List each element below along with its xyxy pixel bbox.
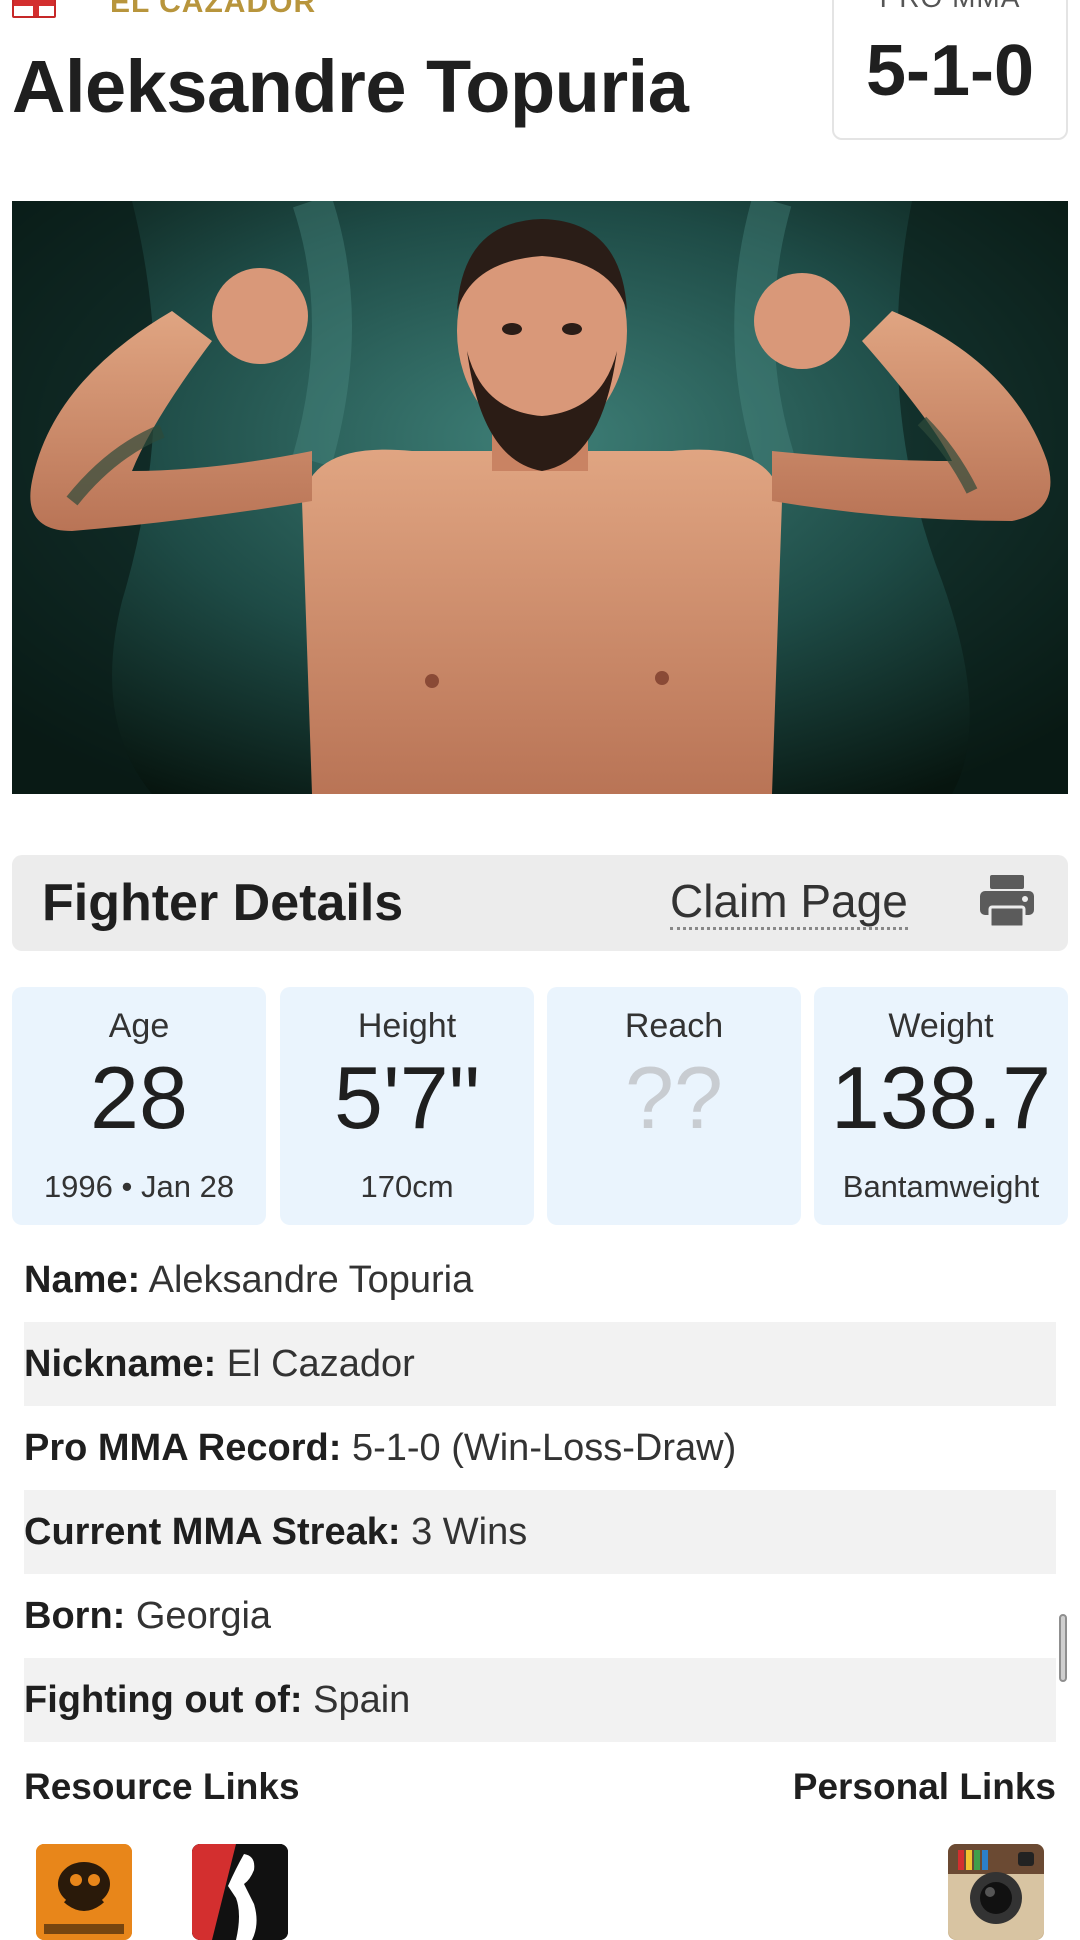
- stat-value: 28: [90, 1048, 188, 1147]
- georgia-flag-icon: [12, 0, 56, 18]
- fighter-photo: [12, 201, 1068, 794]
- info-value: 5-1-0 (Win-Loss-Draw): [351, 1427, 737, 1469]
- record-label: PRO MMA: [834, 0, 1066, 14]
- info-row-name: Name: Aleksandre Topuria: [24, 1238, 1056, 1322]
- info-key: Nickname:: [24, 1343, 217, 1385]
- sherdog-icon[interactable]: [36, 1844, 132, 1940]
- info-value: Georgia: [135, 1595, 272, 1637]
- stat-card-age: Age 28 1996 • Jan 28: [12, 987, 266, 1225]
- info-row-born: Born: Georgia: [24, 1574, 1056, 1658]
- page-title: Aleksandre Topuria: [12, 45, 689, 128]
- info-key: Current MMA Streak:: [24, 1511, 401, 1553]
- info-value: El Cazador: [226, 1343, 415, 1385]
- section-title: Fighter Details: [42, 874, 404, 932]
- printer-icon[interactable]: [978, 873, 1036, 929]
- pro-mma-record-box: PRO MMA 5-1-0: [832, 0, 1068, 140]
- ufc-fighter-icon[interactable]: [192, 1844, 288, 1940]
- info-value: Spain: [313, 1679, 411, 1721]
- stat-card-weight: Weight 138.7 Bantamweight: [814, 987, 1068, 1225]
- fighter-details-bar: Fighter Details Claim Page: [12, 855, 1068, 951]
- stat-label: Weight: [888, 1007, 994, 1045]
- stat-value: 138.7: [830, 1048, 1052, 1147]
- stat-sub: 1996 • Jan 28: [43, 1169, 235, 1204]
- info-row-fighting-out-of: Fighting out of: Spain: [24, 1658, 1056, 1742]
- personal-links-title: Personal Links: [792, 1766, 1056, 1807]
- stat-label: Age: [108, 1007, 170, 1045]
- resource-links-title: Resource Links: [24, 1766, 300, 1807]
- info-key: Born:: [24, 1595, 126, 1637]
- nickname-header: EL CAZADOR: [110, 0, 317, 19]
- record-value: 5-1-0: [865, 31, 1035, 111]
- info-key: Name:: [24, 1259, 141, 1301]
- scrollbar-thumb[interactable]: [1059, 1614, 1067, 1682]
- stat-label: Reach: [624, 1007, 724, 1045]
- stat-label: Height: [357, 1007, 457, 1045]
- stat-value: ??: [625, 1048, 723, 1147]
- info-value: Aleksandre Topuria: [148, 1259, 474, 1301]
- info-value: 3 Wins: [411, 1511, 528, 1553]
- stat-card-height: Height 5'7" 170cm: [280, 987, 534, 1225]
- stat-sub: 170cm: [360, 1169, 454, 1204]
- info-key: Pro MMA Record:: [24, 1427, 342, 1469]
- stat-value: 5'7": [334, 1048, 480, 1147]
- info-row-streak: Current MMA Streak: 3 Wins: [24, 1490, 1056, 1574]
- stat-sub: Bantamweight: [842, 1169, 1040, 1204]
- instagram-icon[interactable]: [948, 1844, 1044, 1940]
- info-row-record: Pro MMA Record: 5-1-0 (Win-Loss-Draw): [24, 1406, 1056, 1490]
- info-row-nickname: Nickname: El Cazador: [24, 1322, 1056, 1406]
- stat-card-reach: Reach ??: [547, 987, 801, 1225]
- claim-page-link[interactable]: Claim Page: [670, 875, 908, 930]
- info-key: Fighting out of:: [24, 1679, 303, 1721]
